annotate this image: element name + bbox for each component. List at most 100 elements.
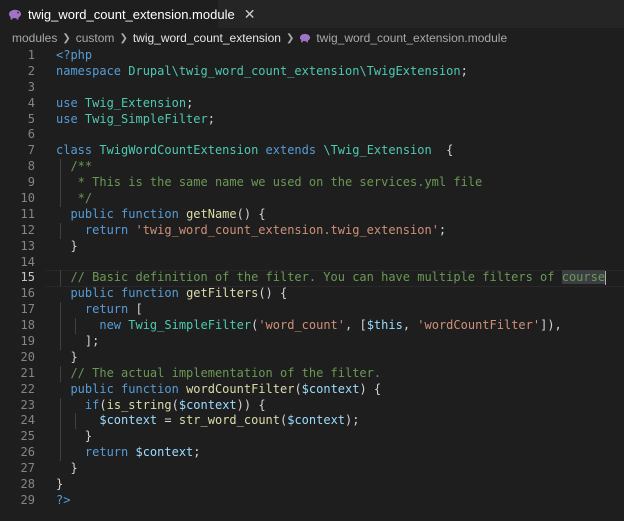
chevron-right-icon: ❯ <box>119 32 128 44</box>
code-line[interactable]: 17 return [ <box>0 302 624 319</box>
code-line[interactable]: 6 <box>0 127 624 143</box>
code-token: )) { <box>236 397 266 412</box>
breadcrumb-item-file[interactable]: twig_word_count_extension.module <box>316 31 507 45</box>
code-token: */ <box>56 191 93 206</box>
code-line[interactable]: 16 public function getFilters() { <box>0 286 624 302</box>
code-token: function <box>121 206 187 221</box>
line-number: 21 <box>20 365 35 380</box>
code-token: ]; <box>56 334 100 349</box>
code-line[interactable]: 11 public function getName() { <box>0 207 624 223</box>
code-text: ?> <box>56 493 70 509</box>
code-line[interactable]: 20 } <box>0 350 624 366</box>
code-token: ; <box>438 222 447 237</box>
code-line[interactable]: 9 * This is the same name we used on the… <box>0 175 624 192</box>
code-line[interactable]: 1 <?php <box>0 48 624 64</box>
code-line[interactable]: 14 <box>0 255 624 271</box>
code-token: $context <box>301 381 360 396</box>
code-token: () { <box>236 206 266 221</box>
code-token: getFilters <box>186 286 259 301</box>
breadcrumb-item-custom[interactable]: custom <box>76 31 115 45</box>
code-line[interactable]: 13 } <box>0 239 624 255</box>
close-icon[interactable]: ✕ <box>244 7 256 21</box>
code-text: * This is the same name we used on the s… <box>56 175 483 191</box>
line-number: 2 <box>27 63 35 78</box>
line-number: 8 <box>27 159 35 174</box>
line-number: 28 <box>20 477 35 492</box>
code-token: ( <box>294 381 302 396</box>
code-line[interactable]: 3 <box>0 80 624 96</box>
code-line[interactable]: 25 } <box>0 429 624 446</box>
code-token: is_string <box>106 397 172 412</box>
code-token: ; <box>186 95 194 110</box>
code-token: $context <box>287 413 346 428</box>
code-token: namespace <box>56 63 129 78</box>
code-token: ( <box>99 397 107 412</box>
code-line[interactable]: 15 // Basic definition of the filter. Yo… <box>0 270 624 288</box>
line-number: 27 <box>20 461 35 476</box>
code-line[interactable]: 24 $context = str_word_count($context); <box>0 413 624 430</box>
code-text: return 'twig_word_count_extension.twig_e… <box>56 223 446 239</box>
line-number: 4 <box>27 95 35 110</box>
editor-tab[interactable]: twig_word_count_extension.module ✕ <box>0 0 255 28</box>
code-token: Twig_Extension <box>84 95 187 110</box>
chevron-right-icon: ❯ <box>285 32 295 44</box>
breadcrumb-item-module-folder[interactable]: twig_word_count_extension <box>133 31 281 45</box>
code-line[interactable]: 23 if(is_string($context)) { <box>0 397 624 414</box>
code-token: 'word_count' <box>258 318 346 333</box>
code-token: = <box>157 413 179 428</box>
code-token: [ <box>135 302 143 317</box>
line-number: 22 <box>20 381 35 396</box>
code-line[interactable]: 21 // The actual implementation of the f… <box>0 365 624 382</box>
code-token: <?php <box>56 48 93 62</box>
line-number: 17 <box>20 302 35 317</box>
line-number: 9 <box>27 175 35 190</box>
code-text: <?php <box>56 48 92 64</box>
code-text: */ <box>56 191 92 207</box>
tab-title: twig_word_count_extension.module <box>28 6 235 22</box>
code-token: ]), <box>540 318 562 333</box>
code-token: /** <box>56 159 93 174</box>
line-number: 16 <box>20 286 35 301</box>
code-token: $context <box>135 445 194 460</box>
php-elephant-icon <box>299 32 311 44</box>
code-token: public <box>56 286 122 301</box>
code-text: new Twig_SimpleFilter('word_count', [$th… <box>56 318 562 334</box>
code-line[interactable]: 10 */ <box>0 191 624 207</box>
code-line[interactable]: 8 /** <box>0 159 624 176</box>
code-token: 'wordCountFilter' <box>417 318 541 333</box>
code-text: public function wordCountFilter($context… <box>56 382 381 398</box>
breadcrumb-item-modules[interactable]: modules <box>12 31 57 45</box>
code-token: new <box>56 318 129 333</box>
code-editor[interactable]: 1 <?php 2 namespace Drupal\twig_word_count_… <box>0 48 624 521</box>
code-text: // The actual implementation of the filt… <box>56 366 381 382</box>
line-number: 25 <box>20 429 35 444</box>
line-number: 20 <box>20 349 35 364</box>
code-line[interactable]: 12 return 'twig_word_count_extension.twi… <box>0 222 624 239</box>
code-token: } <box>56 477 64 492</box>
code-line[interactable]: 7 class TwigWordCountExtension extends \T… <box>0 143 624 159</box>
code-line[interactable]: 5 use Twig_SimpleFilter; <box>0 112 624 128</box>
code-line[interactable]: 29 ?> <box>0 493 624 509</box>
code-line[interactable]: 2 namespace Drupal\twig_word_count_extens… <box>0 64 624 80</box>
code-token: ) { <box>359 381 382 396</box>
code-token: function <box>121 381 187 396</box>
code-token: $context <box>178 397 237 412</box>
breadcrumb: modules ❯ custom ❯ twig_word_count_exten… <box>0 28 624 48</box>
code-line[interactable]: 28} <box>0 477 624 493</box>
code-line[interactable]: 26 return $context; <box>0 445 624 462</box>
line-number: 7 <box>27 143 35 158</box>
line-number: 14 <box>20 254 35 269</box>
code-token: Twig_SimpleFilter <box>84 111 208 126</box>
code-token: , [ <box>345 318 367 333</box>
code-line[interactable]: 27 } <box>0 461 624 477</box>
text-cursor <box>605 270 607 285</box>
code-line[interactable]: 4 use Twig_Extension; <box>0 96 624 112</box>
code-text: public function getFilters() { <box>56 286 287 302</box>
code-line[interactable]: 19 ]; <box>0 334 624 350</box>
code-token: Twig_SimpleFilter <box>128 318 252 333</box>
code-token: $context <box>99 413 158 428</box>
line-number: 1 <box>27 48 35 62</box>
code-line[interactable]: 22 public function wordCountFilter($cont… <box>0 382 624 398</box>
code-token: ?> <box>56 492 71 507</box>
code-line[interactable]: 18 new Twig_SimpleFilter('word_count', [… <box>0 318 624 335</box>
